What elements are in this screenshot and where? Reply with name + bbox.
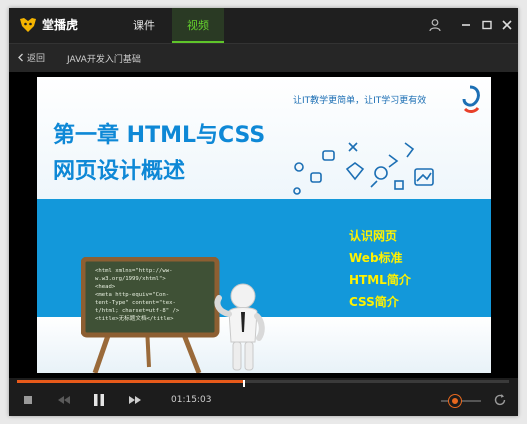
code-line: t/html; charset=utf-8" /> <box>95 308 180 314</box>
stop-icon[interactable] <box>23 395 33 405</box>
code-line: <meta http-equiv="Con- <box>95 292 170 298</box>
presenter-figure-icon <box>214 283 265 371</box>
tiger-logo-icon <box>20 17 36 32</box>
refresh-icon[interactable] <box>493 393 507 407</box>
player-window: 堂播虎 课件 视频 返回 JAVA开发入门基础 让IT教学更简单，让IT学习更有… <box>9 8 518 416</box>
control-bar: 01:15:03 <box>9 378 518 416</box>
slide-title-line2: 网页设计概述 <box>53 159 186 184</box>
slide-title-line1: 第一章 HTML与CSS <box>53 123 266 148</box>
minimize-icon[interactable] <box>459 18 473 32</box>
app-logo: 堂播虎 <box>19 16 78 33</box>
topic-3: HTML简介 <box>349 273 411 287</box>
back-button[interactable]: 返回 <box>17 51 45 64</box>
current-time: 01:15:03 <box>171 395 212 405</box>
volume-slider[interactable] <box>441 400 481 402</box>
code-line: <head> <box>95 284 116 290</box>
progress-played <box>17 380 244 383</box>
code-line: w.w3.org/1999/xhtml"> <box>95 276 166 282</box>
rewind-icon[interactable] <box>57 395 71 405</box>
topic-4: CSS简介 <box>349 295 399 309</box>
chevron-left-icon <box>18 53 23 62</box>
volume-knob[interactable] <box>449 395 461 407</box>
maximize-icon[interactable] <box>480 18 494 32</box>
topic-2: Web标准 <box>349 251 403 265</box>
code-line: <html xmlns="http://ww- <box>95 268 173 274</box>
nav-bar: 返回 JAVA开发入门基础 <box>9 43 518 72</box>
pause-icon[interactable] <box>93 393 105 407</box>
app-name: 堂播虎 <box>42 18 79 32</box>
code-line: tent-Type" content="tex- <box>95 300 176 306</box>
topic-1: 认识网页 <box>349 229 398 243</box>
close-icon[interactable] <box>500 18 514 32</box>
progress-bar[interactable] <box>17 380 509 387</box>
tab-video[interactable]: 视频 <box>172 8 224 43</box>
code-line: <title>无标题文档</title> <box>95 316 174 322</box>
tab-courseware[interactable]: 课件 <box>118 8 170 43</box>
progress-thumb[interactable] <box>243 380 246 387</box>
slide-frame: 让IT教学更简单，让IT学习更有效 第一章 HTML与CSS 网页设计概述 认识… <box>37 77 491 373</box>
brand-swirl-icon <box>462 85 480 113</box>
blackboard-code: <html xmlns="http://ww- w.w3.org/1999/xh… <box>95 267 213 323</box>
video-area[interactable]: 让IT教学更简单，让IT学习更有效 第一章 HTML与CSS 网页设计概述 认识… <box>9 72 518 378</box>
title-bar: 堂播虎 课件 视频 <box>9 8 518 43</box>
fast-forward-icon[interactable] <box>128 395 142 405</box>
breadcrumb: JAVA开发入门基础 <box>67 55 141 65</box>
web-icons-cluster-icon <box>293 142 434 195</box>
back-label: 返回 <box>27 54 46 64</box>
slide-slogan: 让IT教学更简单，让IT学习更有效 <box>293 96 427 106</box>
user-icon[interactable] <box>428 18 442 32</box>
